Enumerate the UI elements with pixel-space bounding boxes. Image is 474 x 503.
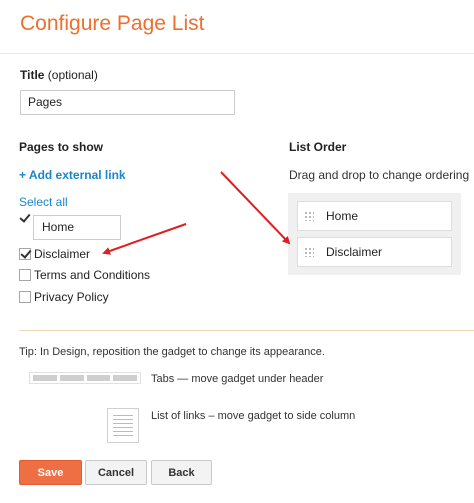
page-item-home[interactable]: Home [33, 215, 121, 240]
cancel-button[interactable]: Cancel [85, 460, 147, 485]
page-item-label: Terms and Conditions [34, 268, 151, 282]
page-checkbox-row-disclaimer[interactable]: Disclaimer [19, 247, 90, 261]
arrow-to-disclaimer-order-item [220, 171, 291, 245]
page-checkbox-row-privacy[interactable]: Privacy Policy [19, 290, 109, 304]
list-option-text: List of links – move gadget to side colu… [151, 410, 356, 422]
checkbox-checked-icon[interactable] [19, 213, 31, 225]
checkbox-unchecked-icon[interactable] [19, 291, 31, 303]
order-item-disclaimer[interactable]: Disclaimer [297, 237, 452, 267]
title-input[interactable]: Pages [20, 90, 235, 115]
drag-grip-icon[interactable] [304, 211, 314, 221]
back-button[interactable]: Back [151, 460, 212, 485]
list-order-instruction: Drag and drop to change ordering [289, 168, 470, 182]
page-item-label: Home [42, 220, 75, 234]
header-divider [0, 53, 474, 54]
pages-to-show-heading: Pages to show [19, 140, 104, 154]
page-checkbox-row-home[interactable] [19, 213, 34, 225]
page-title: Configure Page List [20, 12, 205, 35]
title-optional-label: (optional) [47, 68, 98, 82]
page-checkbox-row-terms[interactable]: Terms and Conditions [19, 268, 150, 282]
add-external-link[interactable]: + Add external link [19, 168, 126, 182]
order-item-label: Disclaimer [326, 245, 383, 259]
tabs-layout-icon [29, 372, 141, 384]
order-item-home[interactable]: Home [297, 201, 452, 231]
checkbox-unchecked-icon[interactable] [19, 269, 31, 281]
title-field-label: Title (optional) [20, 68, 98, 82]
checkbox-checked-icon[interactable] [19, 248, 31, 260]
section-divider [19, 330, 474, 331]
tabs-option-text: Tabs — move gadget under header [151, 373, 324, 385]
select-all-link[interactable]: Select all [19, 195, 68, 209]
save-button[interactable]: Save [19, 460, 82, 485]
order-item-label: Home [326, 209, 359, 223]
page-item-label: Privacy Policy [34, 290, 109, 304]
page-item-label: Disclaimer [34, 247, 91, 261]
list-order-heading: List Order [289, 140, 347, 154]
drag-grip-icon[interactable] [304, 247, 314, 257]
title-label: Title [20, 68, 45, 82]
layout-tip: Tip: In Design, reposition the gadget to… [19, 346, 325, 358]
list-layout-icon [107, 408, 139, 443]
